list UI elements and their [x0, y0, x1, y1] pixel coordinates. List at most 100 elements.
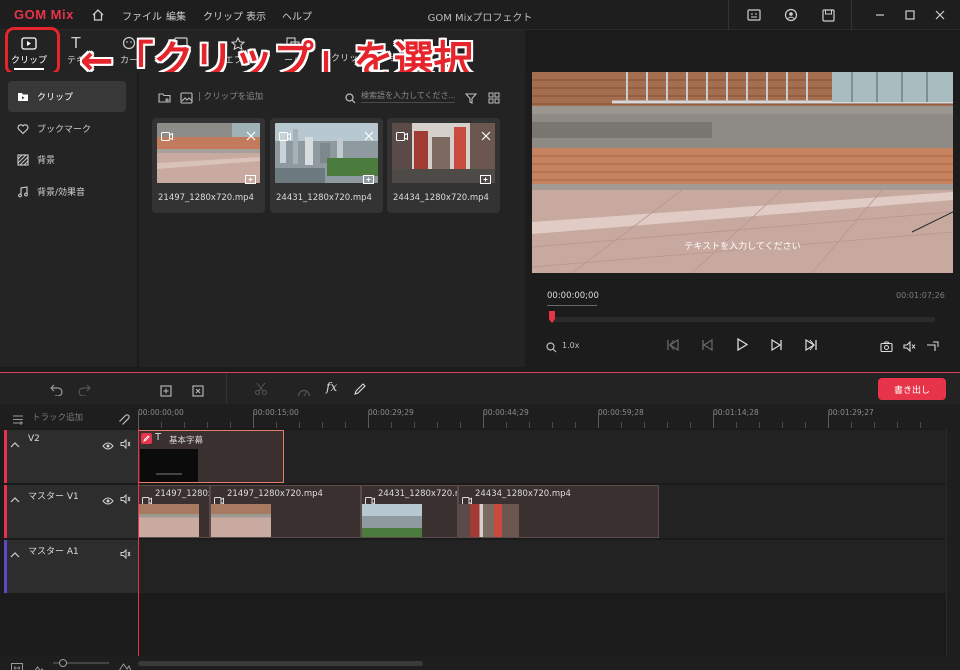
media-clip-card[interactable]: 24431_1280x720.mp4 — [270, 118, 383, 213]
ruler-tick-minor — [575, 422, 576, 428]
grid-view-icon[interactable] — [488, 89, 500, 108]
remove-clip-icon[interactable] — [246, 126, 256, 145]
ruler-tick-major — [483, 410, 484, 428]
redo-icon[interactable] — [77, 381, 91, 400]
ruler-label: 00:00:15;00 — [253, 408, 299, 417]
track-menu-icon[interactable] — [12, 410, 24, 429]
ruler-tick-minor — [920, 422, 921, 428]
subtitle-clip[interactable]: T 基本字幕 — [138, 430, 284, 483]
sidebar-item-label: クリップ — [37, 93, 74, 103]
ruler-tick-major — [713, 410, 714, 428]
fit-width-icon[interactable] — [11, 658, 23, 670]
prev-frame-icon[interactable] — [701, 336, 714, 355]
sidebar-item-background[interactable]: 背景 — [8, 144, 126, 175]
maximize-icon[interactable] — [897, 5, 923, 25]
current-time: 00:00:00;00 — [547, 291, 599, 301]
speed-icon[interactable] — [297, 382, 311, 401]
search-input[interactable]: 検索語を入力してくださ... — [361, 86, 455, 103]
preview-panel: テキストを入力してください 00:00:00;00 00:01:07;26 1.… — [525, 72, 960, 367]
media-clip-card[interactable]: 21497_1280x720.mp4 — [152, 118, 265, 213]
ruler-tick-minor — [345, 422, 346, 428]
zoom-level[interactable]: 1.0x — [562, 341, 579, 350]
ruler-label: 00:00:29;29 — [368, 408, 414, 417]
add-track-label[interactable]: トラック追加 — [32, 411, 83, 423]
play-icon[interactable] — [736, 336, 749, 355]
subtitle-icon[interactable] — [741, 5, 767, 25]
menu-file[interactable]: ファイル — [122, 8, 162, 23]
ruler-tick-major — [828, 410, 829, 428]
horizontal-scrollbar[interactable] — [138, 661, 423, 666]
ruler-tick-minor — [690, 422, 691, 428]
vertical-scrollbar[interactable] — [946, 428, 960, 658]
zoom-slider[interactable] — [53, 659, 109, 667]
undo-icon[interactable] — [50, 381, 64, 400]
add-to-timeline-icon[interactable] — [245, 169, 256, 188]
volume-icon[interactable] — [903, 337, 916, 356]
remove-marker-icon[interactable] — [192, 382, 204, 401]
magnet-icon[interactable] — [119, 410, 130, 429]
cut-icon[interactable] — [254, 381, 268, 400]
add-folder-icon[interactable] — [158, 89, 171, 108]
seek-bar[interactable] — [549, 317, 935, 322]
timeline-playhead[interactable] — [138, 428, 139, 658]
sidebar-item-clip[interactable]: クリップ — [8, 81, 126, 112]
filter-icon[interactable] — [464, 89, 478, 108]
skip-start-icon[interactable] — [666, 336, 680, 355]
speaker-icon[interactable] — [120, 544, 131, 563]
preview-overlay-text[interactable]: テキストを入力してください — [532, 239, 953, 252]
snapshot-icon[interactable] — [880, 337, 893, 356]
minimize-icon[interactable] — [867, 5, 893, 25]
video-clip[interactable]: 24431_1280x720.m... — [361, 485, 458, 538]
speaker-icon[interactable] — [120, 434, 131, 453]
pen-icon[interactable] — [353, 381, 366, 400]
menu-help[interactable]: ヘルプ — [282, 8, 312, 23]
eye-icon[interactable] — [102, 490, 114, 509]
media-clip-card[interactable]: 24434_1280x720.mp4 — [387, 118, 500, 213]
video-clip[interactable]: 21497_1280x720.mp4 — [210, 485, 361, 538]
menu-edit[interactable]: 編集 — [166, 8, 186, 23]
remove-clip-icon[interactable] — [481, 126, 491, 145]
menu-view[interactable]: 表示 — [246, 8, 266, 23]
next-frame-icon[interactable] — [770, 336, 783, 355]
sidebar-item-bookmark[interactable]: ブックマーク — [8, 113, 126, 144]
add-clip-link[interactable]: | クリップを追加 — [198, 90, 263, 102]
zoom-in-icon[interactable] — [118, 657, 132, 670]
video-clip[interactable]: 21497_1280x... — [138, 485, 210, 538]
speaker-icon[interactable] — [120, 489, 131, 508]
video-icon — [279, 126, 291, 145]
playhead-marker[interactable] — [549, 308, 555, 327]
collapse-icon[interactable] — [10, 434, 20, 453]
collapse-icon[interactable] — [10, 489, 20, 508]
edit-subtitle-icon[interactable] — [141, 433, 152, 444]
add-to-timeline-icon[interactable] — [480, 169, 491, 188]
menu-clip[interactable]: クリップ — [203, 8, 243, 23]
add-to-timeline-icon[interactable] — [363, 169, 374, 188]
ruler-marks[interactable]: 00:00:00;00 00:00:15;00 00:00:29;29 00:00:4… — [138, 404, 946, 428]
ruler-label: 00:00:00;00 — [138, 408, 184, 417]
fullscreen-icon[interactable] — [926, 337, 939, 356]
remove-clip-icon[interactable] — [364, 126, 374, 145]
add-marker-icon[interactable] — [160, 382, 172, 401]
ruler-tick-major — [138, 410, 139, 428]
fx-icon[interactable]: fx — [326, 380, 337, 394]
collapse-icon[interactable] — [10, 544, 20, 563]
zoom-icon[interactable] — [546, 338, 557, 357]
zoom-slider-knob[interactable] — [59, 659, 67, 667]
background-icon — [17, 153, 29, 166]
media-panel: | クリップを追加 検索語を入力してくださ... — [139, 72, 525, 367]
home-icon[interactable] — [85, 5, 111, 25]
sidebar-item-audio[interactable]: 背景/効果音 — [8, 176, 126, 207]
account-icon[interactable] — [778, 5, 804, 25]
tab-clip-highlight — [5, 27, 60, 75]
eye-icon[interactable] — [102, 435, 114, 454]
save-icon[interactable] — [815, 5, 841, 25]
music-icon — [18, 185, 28, 197]
skip-end-icon[interactable] — [804, 336, 818, 355]
clip-filename: 21497_1280x720.mp4 — [158, 193, 254, 203]
zoom-out-icon[interactable] — [33, 658, 45, 670]
export-button[interactable]: 書き出し — [878, 378, 946, 400]
video-clip[interactable]: 24434_1280x720.mp4 — [458, 485, 659, 538]
track-name: V2 — [28, 434, 40, 444]
add-image-icon[interactable] — [180, 89, 193, 108]
close-icon[interactable] — [927, 5, 953, 25]
